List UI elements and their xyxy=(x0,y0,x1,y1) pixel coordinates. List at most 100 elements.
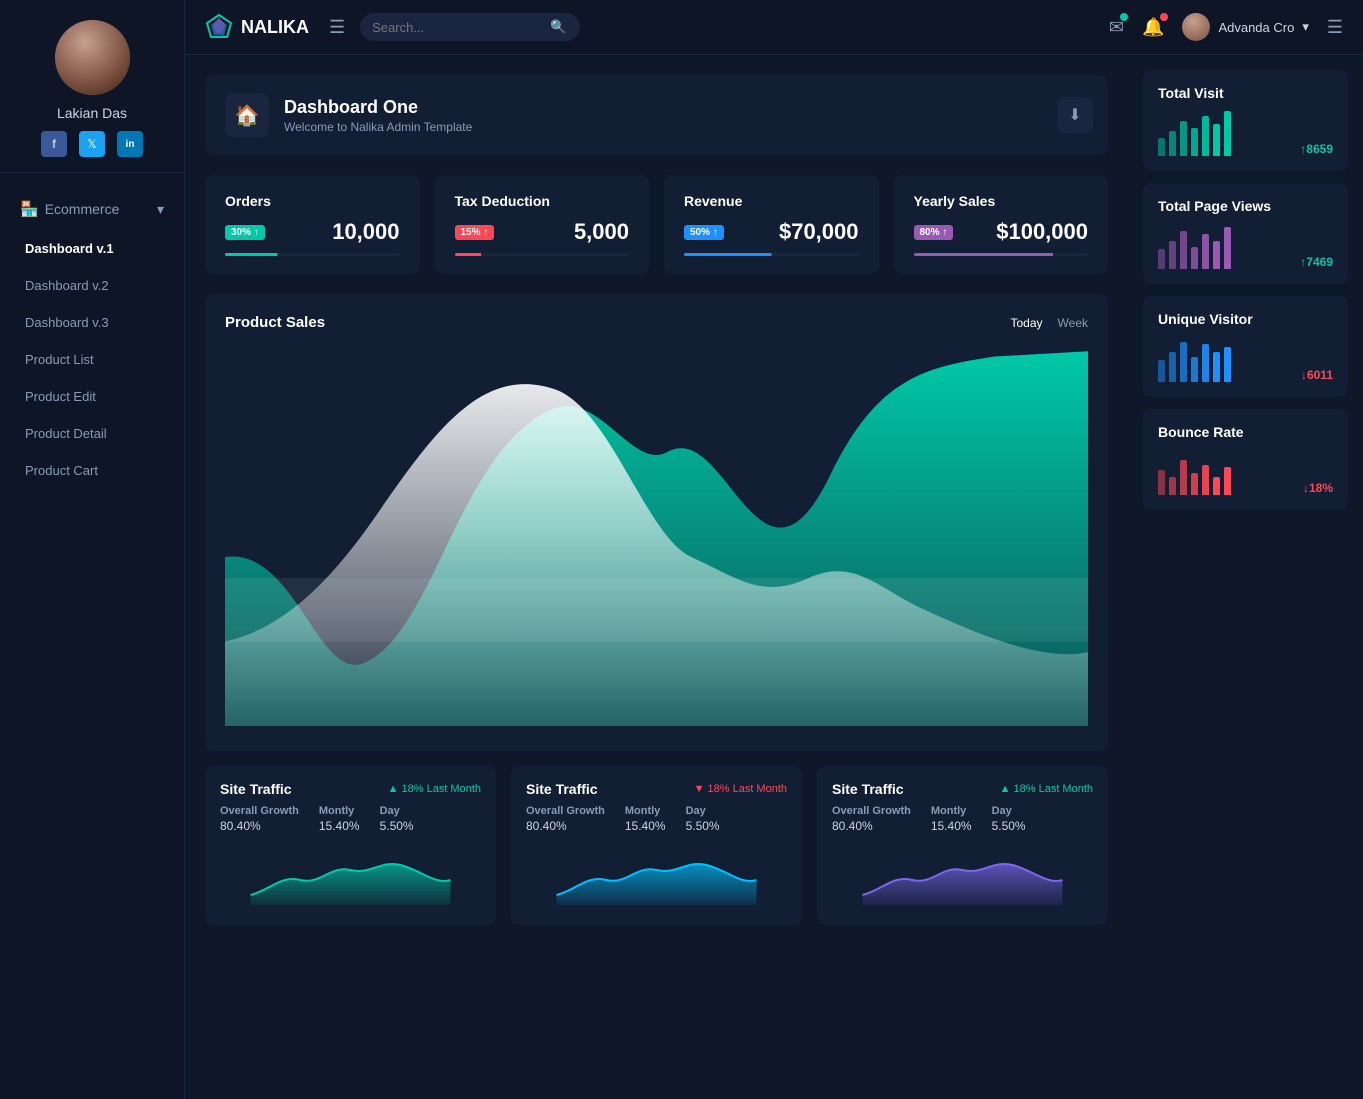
mini-bar xyxy=(1202,234,1209,269)
stat-bar-revenue xyxy=(684,253,859,256)
stat-badge-row-yearly: 80% ↑ $100,000 xyxy=(914,219,1089,245)
mini-bar xyxy=(1158,249,1165,269)
mini-bar xyxy=(1169,131,1176,156)
sidebar-item-product-list[interactable]: Product List xyxy=(0,341,184,378)
hamburger-button[interactable]: ☰ xyxy=(329,17,345,38)
twitter-icon[interactable]: 𝕏 xyxy=(79,131,105,157)
traffic-overall-label-1: Overall Growth xyxy=(220,805,299,817)
traffic-badge-1: ▲ 18% Last Month xyxy=(388,783,481,795)
right-card-body-visitor: ↓6011 xyxy=(1158,337,1333,382)
traffic-overall-label-3: Overall Growth xyxy=(832,805,911,817)
mail-badge xyxy=(1120,13,1128,21)
sidebar-divider xyxy=(0,172,184,173)
sidebar-item-dashboard-v3[interactable]: Dashboard v.3 xyxy=(0,304,184,341)
traffic-badge-2: ▼ 18% Last Month xyxy=(694,783,787,795)
stat-title-yearly: Yearly Sales xyxy=(914,193,1089,209)
page-header: 🏠 Dashboard One Welcome to Nalika Admin … xyxy=(205,75,1108,155)
mini-bar xyxy=(1169,241,1176,269)
right-card-value-pageviews: ↑7469 xyxy=(1300,255,1333,269)
mini-bar xyxy=(1202,465,1209,495)
traffic-overall-value-3: 80.40% xyxy=(832,819,873,833)
sidebar-menu: 🏪 Ecommerce ▾ Dashboard v.1 Dashboard v.… xyxy=(0,188,184,489)
search-input[interactable] xyxy=(372,20,542,35)
traffic-monthly-value-1: 15.40% xyxy=(319,819,360,833)
sidebar: Lakian Das f 𝕏 in 🏪 Ecommerce ▾ Dashboar… xyxy=(0,0,185,1099)
traffic-day-3: Day 5.50% xyxy=(992,805,1026,835)
traffic-overall-2: Overall Growth 80.40% xyxy=(526,805,605,835)
facebook-icon[interactable]: f xyxy=(41,131,67,157)
mini-bar xyxy=(1224,111,1231,156)
stat-title-revenue: Revenue xyxy=(684,193,859,209)
traffic-overall-value-2: 80.40% xyxy=(526,819,567,833)
traffic-monthly-label-3: Montly xyxy=(931,805,972,817)
bell-icon[interactable]: 🔔 xyxy=(1142,17,1164,38)
right-card-body-visit: ↑8659 xyxy=(1158,111,1333,156)
traffic-title-3: Site Traffic xyxy=(832,781,904,797)
content-main: 🏠 Dashboard One Welcome to Nalika Admin … xyxy=(185,55,1128,1099)
traffic-day-value-3: 5.50% xyxy=(992,819,1026,833)
topbar-right: ✉ 🔔 Advanda Cro ▾ ☰ xyxy=(1109,13,1343,41)
traffic-day-value-2: 5.50% xyxy=(686,819,720,833)
right-card-value-bounce: ↓18% xyxy=(1303,481,1333,495)
traffic-stats-2: Overall Growth 80.40% Montly 15.40% Day … xyxy=(526,805,787,835)
sidebar-item-product-cart[interactable]: Product Cart xyxy=(0,452,184,489)
menu-icon[interactable]: ☰ xyxy=(1327,17,1343,38)
traffic-monthly-3: Montly 15.40% xyxy=(931,805,972,835)
stat-bar-tax xyxy=(455,253,630,256)
stat-badge-row-tax: 15% ↑ 5,000 xyxy=(455,219,630,245)
sidebar-section-ecommerce[interactable]: 🏪 Ecommerce ▾ xyxy=(0,188,184,230)
traffic-monthly-value-3: 15.40% xyxy=(931,819,972,833)
mini-bar xyxy=(1169,352,1176,382)
user-name: Advanda Cro xyxy=(1218,20,1294,35)
tab-week[interactable]: Week xyxy=(1058,316,1088,330)
traffic-day-1: Day 5.50% xyxy=(380,805,414,835)
stat-value-revenue: $70,000 xyxy=(779,219,859,245)
traffic-header-3: Site Traffic ▲ 18% Last Month xyxy=(832,781,1093,797)
traffic-sparkline-1 xyxy=(220,845,481,905)
bell-badge xyxy=(1160,13,1168,21)
mini-bar xyxy=(1213,241,1220,269)
user-info[interactable]: Advanda Cro ▾ xyxy=(1182,13,1308,41)
stat-bar-orders xyxy=(225,253,400,256)
mini-bar xyxy=(1158,470,1165,495)
content-right: Total Visit ↑8659 Total Page xyxy=(1128,55,1363,1099)
stat-badge-tax: 15% ↑ xyxy=(455,225,495,240)
traffic-grid: Site Traffic ▲ 18% Last Month Overall Gr… xyxy=(205,766,1108,925)
stat-badge-orders: 30% ↑ xyxy=(225,225,265,240)
download-button[interactable]: ⬇ xyxy=(1057,97,1093,133)
mini-bar xyxy=(1191,128,1198,156)
content: 🏠 Dashboard One Welcome to Nalika Admin … xyxy=(185,55,1363,1099)
sidebar-item-product-edit[interactable]: Product Edit xyxy=(0,378,184,415)
sidebar-item-dashboard-v1[interactable]: Dashboard v.1 xyxy=(0,230,184,267)
traffic-sparkline-3 xyxy=(832,845,1093,905)
traffic-day-value-1: 5.50% xyxy=(380,819,414,833)
traffic-day-2: Day 5.50% xyxy=(686,805,720,835)
page-header-icon: 🏠 xyxy=(225,93,269,137)
product-sales-title: Product Sales xyxy=(225,314,325,331)
mini-bars-bounce xyxy=(1158,450,1231,495)
mail-icon[interactable]: ✉ xyxy=(1109,17,1124,38)
sidebar-item-dashboard-v2[interactable]: Dashboard v.2 xyxy=(0,267,184,304)
stat-value-tax: 5,000 xyxy=(574,219,629,245)
avatar xyxy=(55,20,130,95)
card-header: Product Sales Today Week xyxy=(225,314,1088,331)
right-card-value-visit: ↑8659 xyxy=(1300,142,1333,156)
traffic-title-1: Site Traffic xyxy=(220,781,292,797)
right-card-page-views: Total Page Views ↑7469 xyxy=(1143,183,1348,284)
traffic-monthly-1: Montly 15.40% xyxy=(319,805,360,835)
card-tabs: Today Week xyxy=(1011,316,1089,330)
linkedin-icon[interactable]: in xyxy=(117,131,143,157)
sidebar-item-product-detail[interactable]: Product Detail xyxy=(0,415,184,452)
stat-value-yearly: $100,000 xyxy=(996,219,1088,245)
right-card-title-visit: Total Visit xyxy=(1158,85,1333,101)
stat-bar-yearly xyxy=(914,253,1089,256)
stat-card-revenue: Revenue 50% ↑ $70,000 xyxy=(664,175,879,274)
traffic-stats-1: Overall Growth 80.40% Montly 15.40% Day … xyxy=(220,805,481,835)
tab-today[interactable]: Today xyxy=(1011,316,1043,330)
stat-badge-row-revenue: 50% ↑ $70,000 xyxy=(684,219,859,245)
traffic-card-2: Site Traffic ▼ 18% Last Month Overall Gr… xyxy=(511,766,802,925)
traffic-monthly-label-2: Montly xyxy=(625,805,666,817)
mini-bar xyxy=(1169,477,1176,495)
mini-bar xyxy=(1158,138,1165,156)
stats-grid: Orders 30% ↑ 10,000 Tax Deduction 15% ↑ … xyxy=(205,175,1108,274)
